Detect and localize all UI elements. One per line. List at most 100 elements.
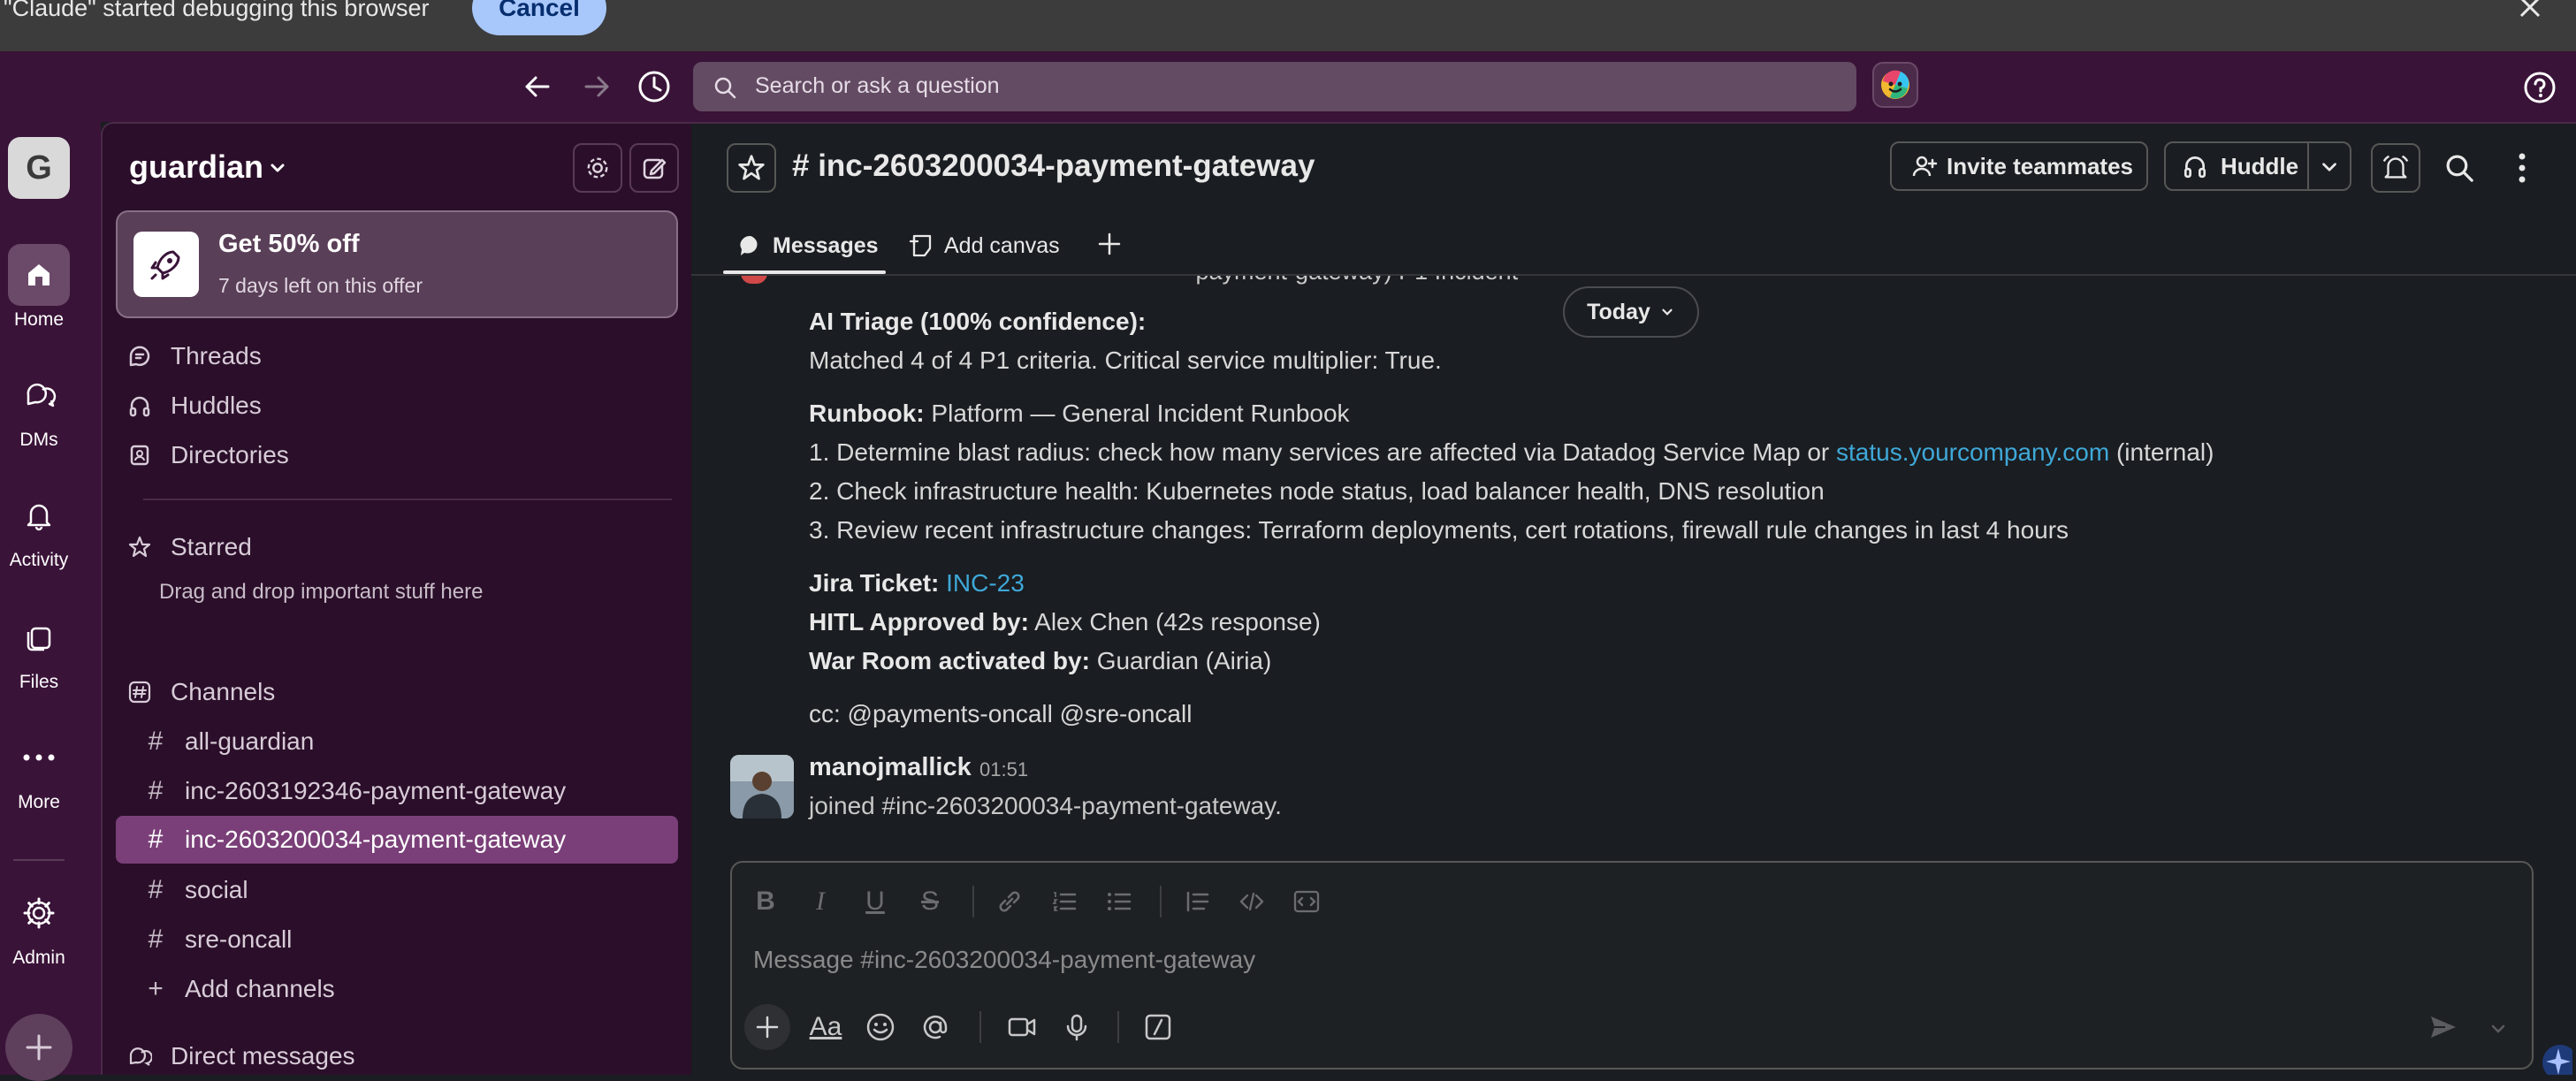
message-timestamp[interactable]: 01:51 bbox=[979, 758, 1028, 781]
status-page-link[interactable]: status.yourcompany.com bbox=[1836, 438, 2109, 466]
runbook-step-1: 1. Determine blast radius: check how man… bbox=[809, 438, 2214, 466]
add-user-icon bbox=[1912, 156, 1938, 177]
workspace-name[interactable]: guardian bbox=[129, 148, 263, 186]
channel-name: sre-oncall bbox=[185, 925, 293, 953]
rail-item-activity[interactable]: Activity bbox=[0, 484, 78, 571]
plus-icon bbox=[26, 1034, 52, 1061]
sidebar-channel-all-guardian[interactable]: # all-guardian bbox=[116, 719, 678, 764]
cancel-debugging-button[interactable]: Cancel bbox=[472, 0, 606, 35]
forward-arrow-icon[interactable] bbox=[581, 71, 613, 103]
chevron-down-icon[interactable] bbox=[2318, 156, 2341, 179]
history-clock-icon[interactable] bbox=[636, 69, 672, 104]
search-input[interactable]: Search or ask a question bbox=[693, 62, 1856, 111]
channel-search-button[interactable] bbox=[2435, 143, 2484, 193]
attach-plus-button[interactable] bbox=[744, 1004, 790, 1050]
plus-icon bbox=[1098, 232, 1121, 255]
underline-icon[interactable]: U bbox=[856, 882, 895, 921]
emoji-icon[interactable] bbox=[859, 1006, 902, 1048]
rail-item-admin[interactable]: Admin bbox=[0, 882, 78, 969]
runbook-step-2: 2. Check infrastructure health: Kubernet… bbox=[809, 477, 1825, 505]
sidebar-item-threads[interactable]: Threads bbox=[116, 334, 678, 378]
chevron-down-icon[interactable] bbox=[2488, 1018, 2509, 1039]
sidebar-section-direct-messages[interactable]: Direct messages bbox=[116, 1034, 678, 1078]
headphones-icon bbox=[118, 393, 162, 418]
rail-item-files[interactable]: Files bbox=[0, 606, 78, 693]
slash-command-icon[interactable] bbox=[1137, 1006, 1179, 1048]
channel-name: social bbox=[185, 876, 248, 903]
toolbar-separator bbox=[1160, 886, 1162, 917]
bold-icon[interactable]: B bbox=[746, 882, 785, 921]
video-clip-icon[interactable] bbox=[1001, 1006, 1043, 1048]
message-author[interactable]: manojmallick bbox=[809, 753, 972, 782]
code-block-icon[interactable] bbox=[1287, 882, 1326, 921]
sidebar-channel-inc-2603192346[interactable]: # inc-2603192346-payment-gateway bbox=[116, 769, 678, 813]
hash-icon: # bbox=[148, 825, 164, 854]
huddle-divider bbox=[2307, 143, 2309, 189]
close-icon[interactable] bbox=[2516, 0, 2548, 21]
message-composer[interactable]: B I U S Message #inc-2603200034-payment-… bbox=[730, 861, 2534, 1070]
workspace-avatar[interactable]: G bbox=[8, 137, 70, 199]
runbook-step-3: 3. Review recent infrastructure changes:… bbox=[809, 516, 2069, 544]
gear-icon bbox=[587, 157, 608, 179]
microphone-icon[interactable] bbox=[1056, 1006, 1098, 1048]
help-icon[interactable] bbox=[2523, 71, 2557, 104]
toolbar-separator bbox=[972, 886, 974, 917]
add-tab-button[interactable] bbox=[1096, 226, 1123, 262]
italic-icon[interactable]: I bbox=[801, 882, 840, 921]
more-options-button[interactable] bbox=[2500, 143, 2544, 193]
sidebar-item-directories[interactable]: Directories bbox=[116, 433, 678, 477]
date-divider-button[interactable]: Today bbox=[1563, 286, 1699, 338]
link-icon[interactable] bbox=[990, 882, 1029, 921]
ordered-list-icon[interactable] bbox=[1045, 882, 1084, 921]
text-formatting-button[interactable]: Aa bbox=[804, 1006, 847, 1048]
sidebar-section-starred[interactable]: Starred bbox=[116, 525, 678, 569]
workspace-settings-button[interactable] bbox=[573, 143, 622, 193]
join-message: joined #inc-2603200034-payment-gateway. bbox=[809, 792, 1282, 819]
ai-assistant-icon[interactable] bbox=[1872, 62, 1918, 108]
promo-banner[interactable]: Get 50% off 7 days left on this offer bbox=[116, 210, 678, 318]
sidebar-item-label: Huddles bbox=[171, 392, 262, 419]
send-icon[interactable] bbox=[2427, 1011, 2459, 1043]
mention-icon[interactable] bbox=[914, 1006, 956, 1048]
sidebar-channel-sre-oncall[interactable]: # sre-oncall bbox=[116, 917, 678, 962]
star-channel-button[interactable] bbox=[727, 143, 776, 193]
tab-label: Messages bbox=[773, 232, 879, 258]
avatar[interactable] bbox=[730, 755, 794, 818]
jira-ticket-link[interactable]: INC-23 bbox=[946, 569, 1025, 597]
code-icon[interactable] bbox=[1232, 882, 1271, 921]
rail-item-dms[interactable]: DMs bbox=[0, 364, 78, 451]
back-arrow-icon[interactable] bbox=[522, 71, 553, 103]
star-icon bbox=[118, 535, 162, 560]
channel-title[interactable]: # inc-2603200034-payment-gateway bbox=[792, 148, 1315, 184]
add-channels-button[interactable]: + Add channels bbox=[116, 967, 678, 1011]
huddle-button[interactable]: Huddle bbox=[2164, 141, 2351, 191]
debugging-infobar: "Claude" started debugging this browser … bbox=[0, 0, 2576, 51]
create-new-button[interactable] bbox=[5, 1014, 72, 1081]
rail-item-more[interactable]: More bbox=[0, 727, 78, 813]
tab-add-canvas[interactable]: Add canvas bbox=[909, 228, 1060, 263]
rail-label-more: More bbox=[18, 792, 60, 812]
invite-teammates-button[interactable]: Invite teammates bbox=[1890, 141, 2148, 191]
directory-icon bbox=[118, 443, 162, 468]
rail-item-home[interactable]: Home bbox=[0, 244, 78, 331]
chevron-down-icon[interactable] bbox=[267, 157, 288, 179]
kebab-menu-icon bbox=[2519, 153, 2526, 183]
sidebar-channel-social[interactable]: # social bbox=[116, 868, 678, 912]
rocket-icon bbox=[133, 232, 199, 297]
sidebar-section-label: Channels bbox=[171, 678, 276, 705]
tab-messages[interactable]: Messages bbox=[737, 228, 879, 263]
search-placeholder: Search or ask a question bbox=[755, 73, 1000, 98]
compose-button[interactable] bbox=[629, 143, 679, 193]
message-input[interactable]: Message #inc-2603200034-payment-gateway bbox=[753, 946, 1255, 974]
notifications-button[interactable] bbox=[2371, 143, 2420, 193]
channel-name: inc-2603192346-payment-gateway bbox=[185, 777, 567, 804]
sidebar-item-huddles[interactable]: Huddles bbox=[116, 384, 678, 428]
sidebar-item-label: Directories bbox=[171, 441, 289, 468]
strikethrough-icon[interactable]: S bbox=[911, 882, 949, 921]
triage-body: Matched 4 of 4 P1 criteria. Critical ser… bbox=[809, 346, 1442, 374]
sidebar-section-channels[interactable]: Channels bbox=[116, 670, 678, 714]
bulleted-list-icon[interactable] bbox=[1100, 882, 1139, 921]
blockquote-icon[interactable] bbox=[1177, 882, 1216, 921]
alert-icon bbox=[741, 276, 767, 284]
sidebar-channel-inc-2603200034-active[interactable]: # inc-2603200034-payment-gateway bbox=[116, 816, 678, 864]
